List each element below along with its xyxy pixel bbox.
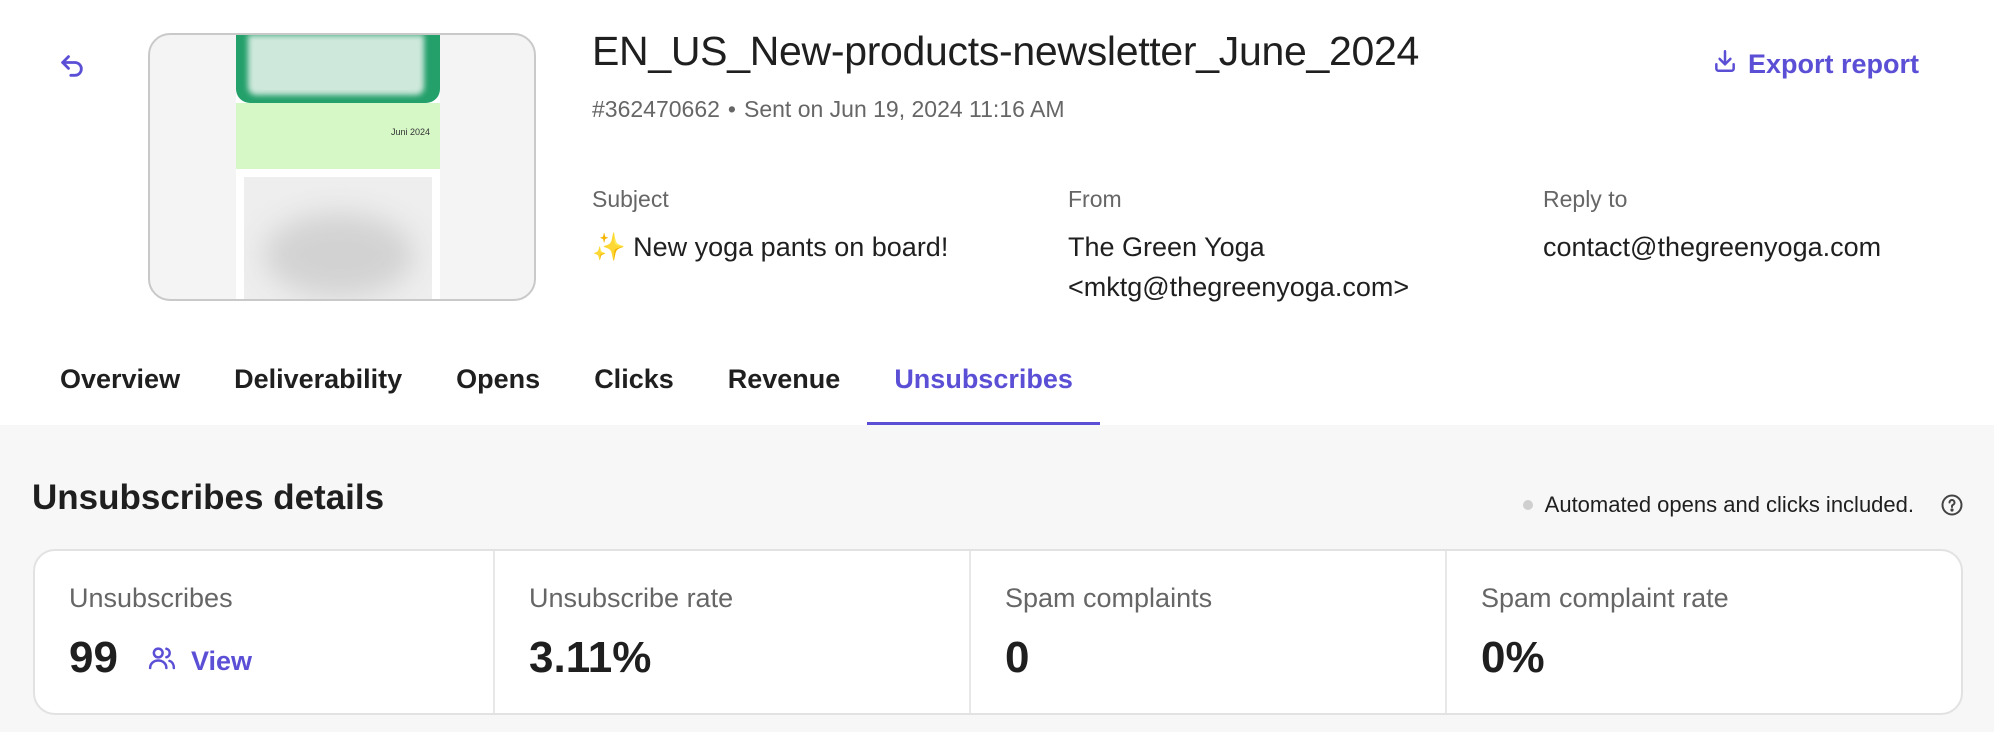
from-name: The Green Yoga [1068,232,1265,262]
stat-unsubscribes: Unsubscribes 99 View [35,551,495,713]
stat-unsubscribe-rate: Unsubscribe rate 3.11% [495,551,971,713]
campaign-id: #362470662 [592,96,720,122]
preview-header-image [248,35,424,95]
users-icon [147,643,177,680]
note-bullet [1522,500,1533,510]
stat-value: 0 [1005,633,1030,682]
undo-arrow-icon [58,52,86,85]
reply-to-value: contact@thegreenyoga.com [1543,232,1882,262]
email-preview-thumbnail[interactable]: Juni 2024 [148,33,536,301]
subject-value: ✨ New yoga pants on board! [592,232,949,262]
tab-revenue[interactable]: Revenue [701,350,868,425]
preview-date-text: Juni 2024 [390,127,430,137]
view-unsubscribers-link[interactable]: View [147,643,252,680]
subject-field: Subject ✨ New yoga pants on board! [592,186,948,267]
automated-note: Automated opens and clicks included. [1522,492,1964,518]
section-title: Unsubscribes details [32,478,385,517]
reply-to-label: Reply to [1543,186,1628,212]
export-report-label: Export report [1748,49,1920,79]
download-icon [1712,48,1738,81]
from-email: <mktg@thegreenyoga.com> [1068,272,1410,302]
from-label: From [1068,186,1122,212]
campaign-meta: #362470662 • Sent on Jun 19, 2024 11:16 AM [592,96,1065,123]
question-circle-icon[interactable] [1940,493,1964,517]
stat-spam-complaints: Spam complaints 0 [971,551,1447,713]
campaign-title: EN_US_New-products-newsletter_June_2024 [592,28,1419,74]
back-button[interactable] [52,48,92,88]
stat-label: Spam complaints [1005,583,1213,613]
stat-value: 99 [69,633,118,682]
from-field: From The Green Yoga <mktg@thegreenyoga.c… [1068,186,1409,307]
stat-label: Unsubscribe rate [529,583,734,613]
view-link-label: View [191,646,253,676]
stat-spam-complaint-rate: Spam complaint rate 0% [1447,551,1961,713]
report-tabs: Overview Deliverability Opens Clicks Rev… [33,350,1100,425]
automated-note-text: Automated opens and clicks included. [1544,492,1914,517]
unsubscribes-section: Unsubscribes details Automated opens and… [0,425,1994,732]
preview-body-image [244,177,432,299]
preview-date-band: Juni 2024 [236,103,440,169]
stat-value: 3.11% [529,633,652,682]
meta-separator: • [727,96,736,122]
sent-date: Sent on Jun 19, 2024 11:16 AM [743,96,1065,122]
tab-overview[interactable]: Overview [33,350,207,425]
tab-unsubscribes[interactable]: Unsubscribes [867,350,1100,425]
preview-blurred-content [264,213,414,297]
stat-value: 0% [1481,633,1545,682]
stat-label: Unsubscribes [69,583,233,613]
stats-card: Unsubscribes 99 View Unsubscribe rate 3.… [33,549,1963,715]
export-report-button[interactable]: Export report [1712,48,1919,81]
report-header: Juni 2024 EN_US_New-products-newsletter_… [0,0,1994,425]
subject-label: Subject [592,186,669,212]
tab-deliverability[interactable]: Deliverability [207,350,429,425]
stat-label: Spam complaint rate [1481,583,1729,613]
tab-opens[interactable]: Opens [429,350,567,425]
reply-to-field: Reply to contact@thegreenyoga.com [1543,186,1881,267]
tab-clicks[interactable]: Clicks [567,350,701,425]
